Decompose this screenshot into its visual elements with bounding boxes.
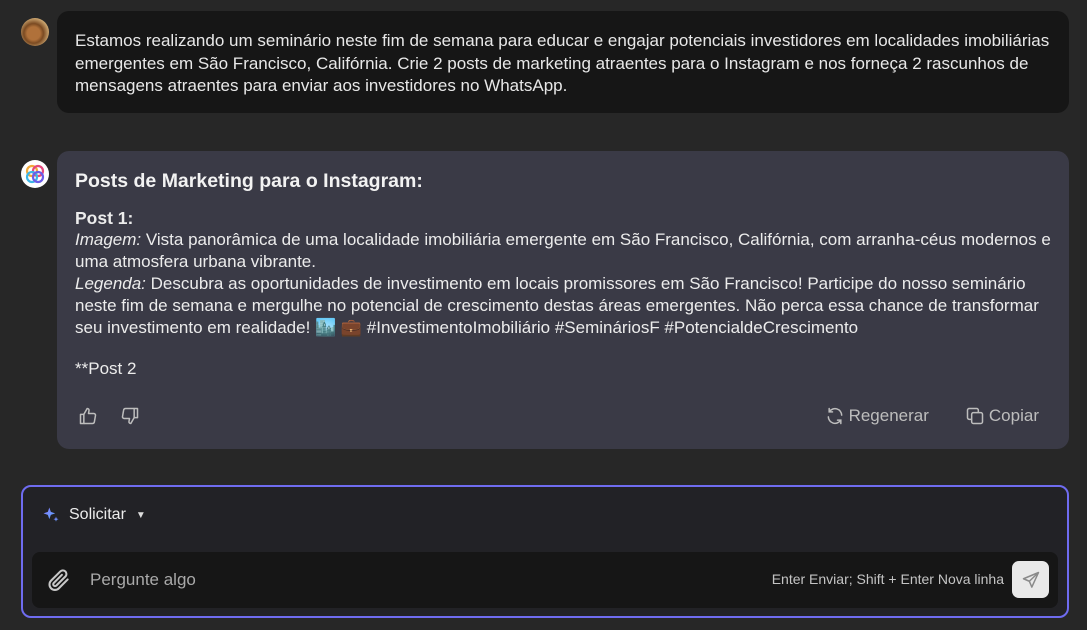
assistant-message-bubble: Posts de Marketing para o Instagram: Pos… [57,151,1069,449]
user-message-text: Estamos realizando um seminário neste fi… [75,31,1050,95]
composer: Solicitar ▼ Enter Enviar; Shift + Enter … [21,485,1069,618]
thumbs-down-icon[interactable] [119,405,141,427]
prompt-selector[interactable]: Solicitar ▼ [41,505,146,525]
keyboard-hint: Enter Enviar; Shift + Enter Nova linha [771,571,1004,587]
sparkle-icon [43,507,59,522]
thumbs-up-icon[interactable] [77,405,99,427]
send-button[interactable] [1012,561,1049,598]
caption-label: Legenda: [75,274,146,293]
regenerate-button[interactable]: Regenerar [825,405,929,427]
caption-text: Descubra as oportunidades de investiment… [75,274,1039,337]
input-row: Enter Enviar; Shift + Enter Nova linha [32,552,1058,608]
image-description: Vista panorâmica de uma localidade imobi… [75,230,1051,271]
post1-title: Post 1: [75,208,134,228]
message-input[interactable] [88,552,708,608]
post1-caption-line: Legenda: Descubra as oportunidades de in… [75,273,1051,339]
post1-image-line: Imagem: Vista panorâmica de uma localida… [75,229,1051,273]
image-label: Imagem: [75,230,142,249]
user-message-bubble: Estamos realizando um seminário neste fi… [57,11,1069,113]
feedback-actions [77,405,141,427]
assistant-logo-icon [25,164,45,184]
send-icon [1022,571,1039,588]
refresh-icon [827,407,842,425]
copy-button[interactable]: Copiar [965,405,1039,427]
response-heading: Posts de Marketing para o Instagram: [75,170,423,192]
paperclip-icon[interactable] [46,567,72,598]
assistant-avatar [21,160,49,188]
message-actions: Regenerar Copiar [825,405,1039,427]
prompt-selector-label: Solicitar [69,506,126,523]
user-avatar [21,18,49,46]
copy-icon [966,407,984,425]
copy-label: Copiar [988,406,1039,425]
caret-down-icon: ▼ [135,509,146,521]
regenerate-label: Regenerar [848,406,929,425]
post2-partial: **Post 2 [75,359,137,378]
